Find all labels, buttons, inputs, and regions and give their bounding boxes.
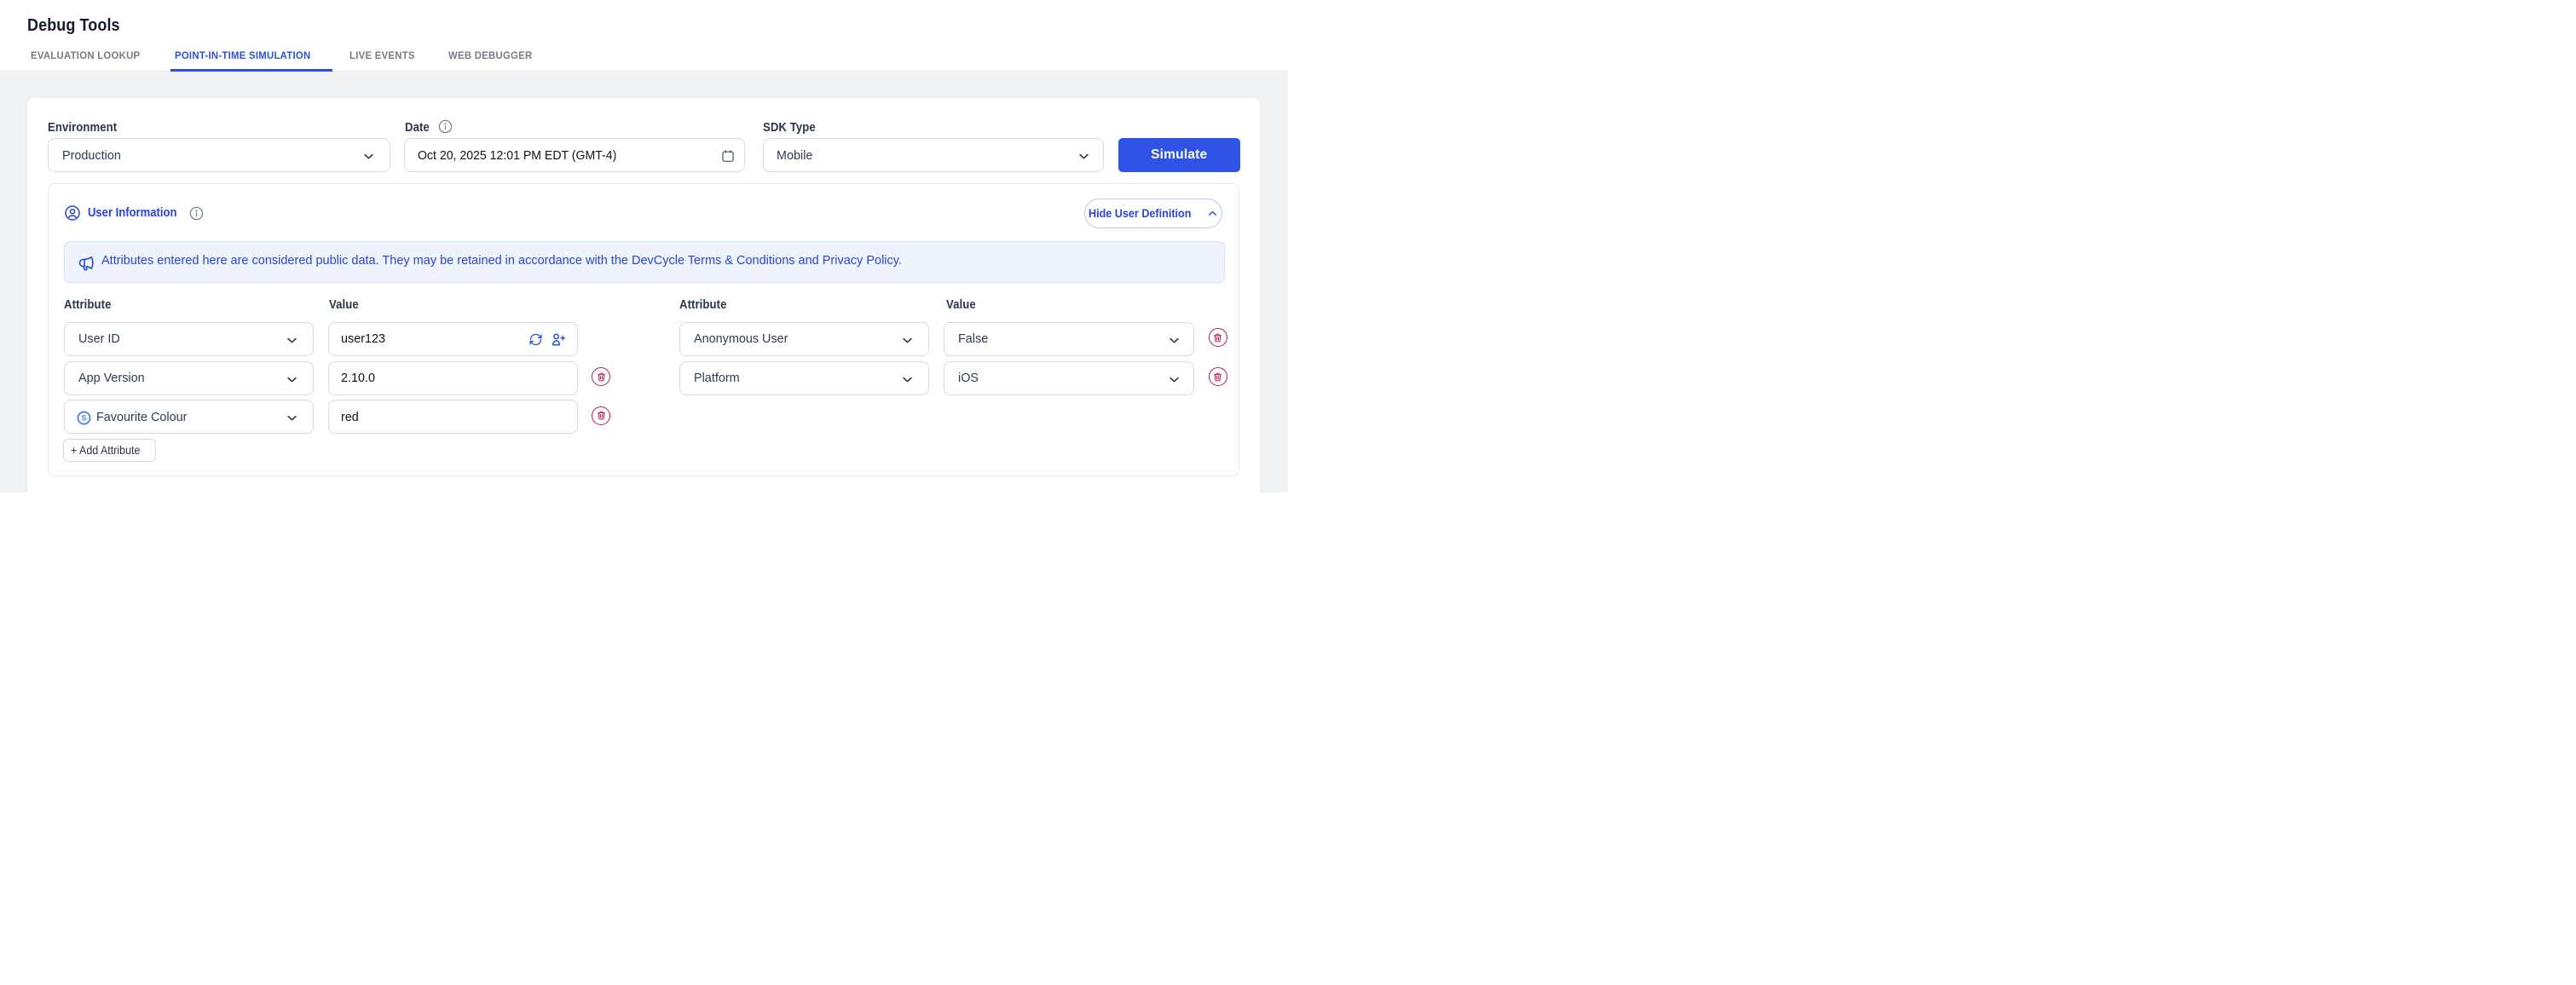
svg-text:S: S (82, 413, 87, 422)
